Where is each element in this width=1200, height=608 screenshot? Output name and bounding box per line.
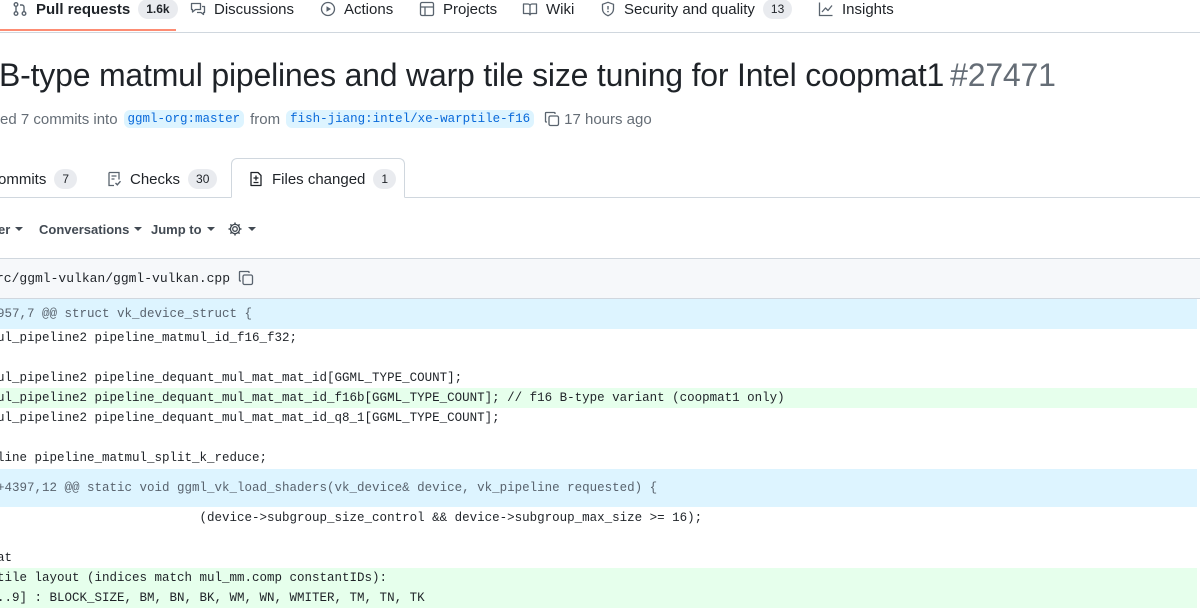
nav-discussions-label: Discussions: [214, 0, 295, 18]
tabs-divider: [0, 197, 1200, 198]
play-icon: [320, 1, 336, 17]
page-title: B-type matmul pipelines and warp tile si…: [0, 57, 1056, 94]
repo-nav: Pull requests 1.6k Discussions Actions P…: [0, 0, 1200, 33]
pull-requests-count: 1.6k: [138, 0, 178, 19]
pr-number: #27471: [950, 57, 1056, 93]
copy-icon[interactable]: [544, 111, 560, 127]
nav-insights[interactable]: Insights: [818, 0, 894, 18]
graph-icon: [818, 2, 833, 17]
commits-count: 7: [54, 169, 78, 189]
pr-meta: ed 7 commits into ggml-org:master from f…: [0, 108, 652, 130]
diff-line: ul_pipeline2 pipeline_dequant_mul_mat_ma…: [0, 371, 463, 385]
diff-line: at: [0, 551, 13, 565]
nav-insights-label: Insights: [842, 0, 894, 18]
git-pull-request-icon: [13, 2, 27, 16]
nav-actions[interactable]: Actions: [320, 0, 393, 18]
nav-wiki-label: Wiki: [546, 0, 575, 18]
nav-projects[interactable]: Projects: [419, 0, 497, 18]
base-branch[interactable]: ggml-org:master: [123, 110, 245, 128]
table-icon: [419, 1, 435, 17]
diff-line: line pipeline_matmul_split_k_reduce;: [0, 451, 268, 465]
diff-hunk-header[interactable]: 957,7 @@ struct vk_device_struct {: [0, 299, 1197, 329]
comment-discussion-icon: [190, 2, 206, 16]
diff-line-added: ul_pipeline2 pipeline_dequant_mul_mat_ma…: [0, 388, 1197, 408]
diff-line: (device->subgroup_size_control && device…: [0, 511, 703, 525]
from-label: from: [250, 110, 281, 128]
shield-icon: [601, 1, 615, 17]
head-branch[interactable]: fish-jiang:intel/xe-warptile-f16: [286, 110, 535, 128]
diff-line: ul_pipeline2 pipeline_matmul_id_f16_f32;: [0, 331, 298, 345]
tab-files-label: Files changed: [272, 170, 366, 188]
chevron-down-icon: [248, 227, 256, 231]
nav-wiki[interactable]: Wiki: [522, 0, 574, 18]
conversations-label: Conversations: [39, 221, 130, 237]
diff-line-added: ..9] : BLOCK_SIZE, BM, BN, BK, WM, WN, W…: [0, 588, 1197, 608]
tab-checks-label: Checks: [130, 170, 181, 188]
gear-icon: [228, 222, 242, 236]
nav-security-label: Security and quality: [624, 0, 755, 18]
tab-checks[interactable]: Checks 30: [106, 162, 218, 196]
files-count: 1: [373, 169, 397, 189]
nav-security[interactable]: Security and quality 13: [600, 0, 793, 19]
tab-commits-label: ommits: [0, 170, 47, 188]
security-count: 13: [762, 0, 793, 19]
filter-dropdown[interactable]: er: [0, 220, 24, 238]
jump-to-dropdown[interactable]: Jump to: [151, 220, 215, 238]
chevron-down-icon: [134, 227, 143, 231]
chevron-down-icon: [15, 227, 24, 231]
file-path: rc/ggml-vulkan/ggml-vulkan.cpp: [0, 270, 254, 286]
file-header: rc/ggml-vulkan/ggml-vulkan.cpp: [0, 258, 1200, 299]
book-icon: [522, 3, 538, 16]
jump-to-label: Jump to: [151, 221, 202, 237]
pr-title-text: B-type matmul pipelines and warp tile si…: [0, 57, 945, 93]
tab-files-changed[interactable]: Files changed 1: [248, 162, 397, 196]
diff-line: [0, 528, 1197, 548]
nav-pull-requests[interactable]: Pull requests 1.6k: [12, 0, 178, 19]
diff-line-added: tile layout (indices match mul_mm.comp c…: [0, 568, 1197, 588]
nav-projects-label: Projects: [443, 0, 498, 18]
tab-commits[interactable]: ommits 7: [0, 162, 78, 196]
diff-settings-dropdown[interactable]: [227, 220, 256, 238]
diff-line: [0, 428, 1197, 448]
diff-line: [0, 348, 1197, 368]
filter-label: er: [0, 221, 11, 237]
nav-pull-requests-label: Pull requests: [36, 0, 131, 18]
diff-line: ul_pipeline2 pipeline_dequant_mul_mat_ma…: [0, 411, 500, 425]
checks-count: 30: [188, 169, 218, 189]
file-path-text[interactable]: rc/ggml-vulkan/ggml-vulkan.cpp: [0, 271, 230, 286]
pr-meta-prefix: ed 7 commits into: [0, 110, 118, 128]
chevron-down-icon: [206, 227, 215, 231]
checklist-icon: [108, 171, 122, 187]
active-tab-underline: [0, 29, 176, 31]
file-diff-icon: [250, 171, 262, 187]
nav-discussions[interactable]: Discussions: [190, 0, 294, 18]
pr-time: 17 hours ago: [564, 110, 652, 128]
conversations-dropdown[interactable]: Conversations: [39, 220, 143, 238]
nav-actions-label: Actions: [344, 0, 394, 18]
copy-icon[interactable]: [238, 270, 254, 286]
diff-hunk-header[interactable]: +4397,12 @@ static void ggml_vk_load_sha…: [0, 469, 1197, 507]
